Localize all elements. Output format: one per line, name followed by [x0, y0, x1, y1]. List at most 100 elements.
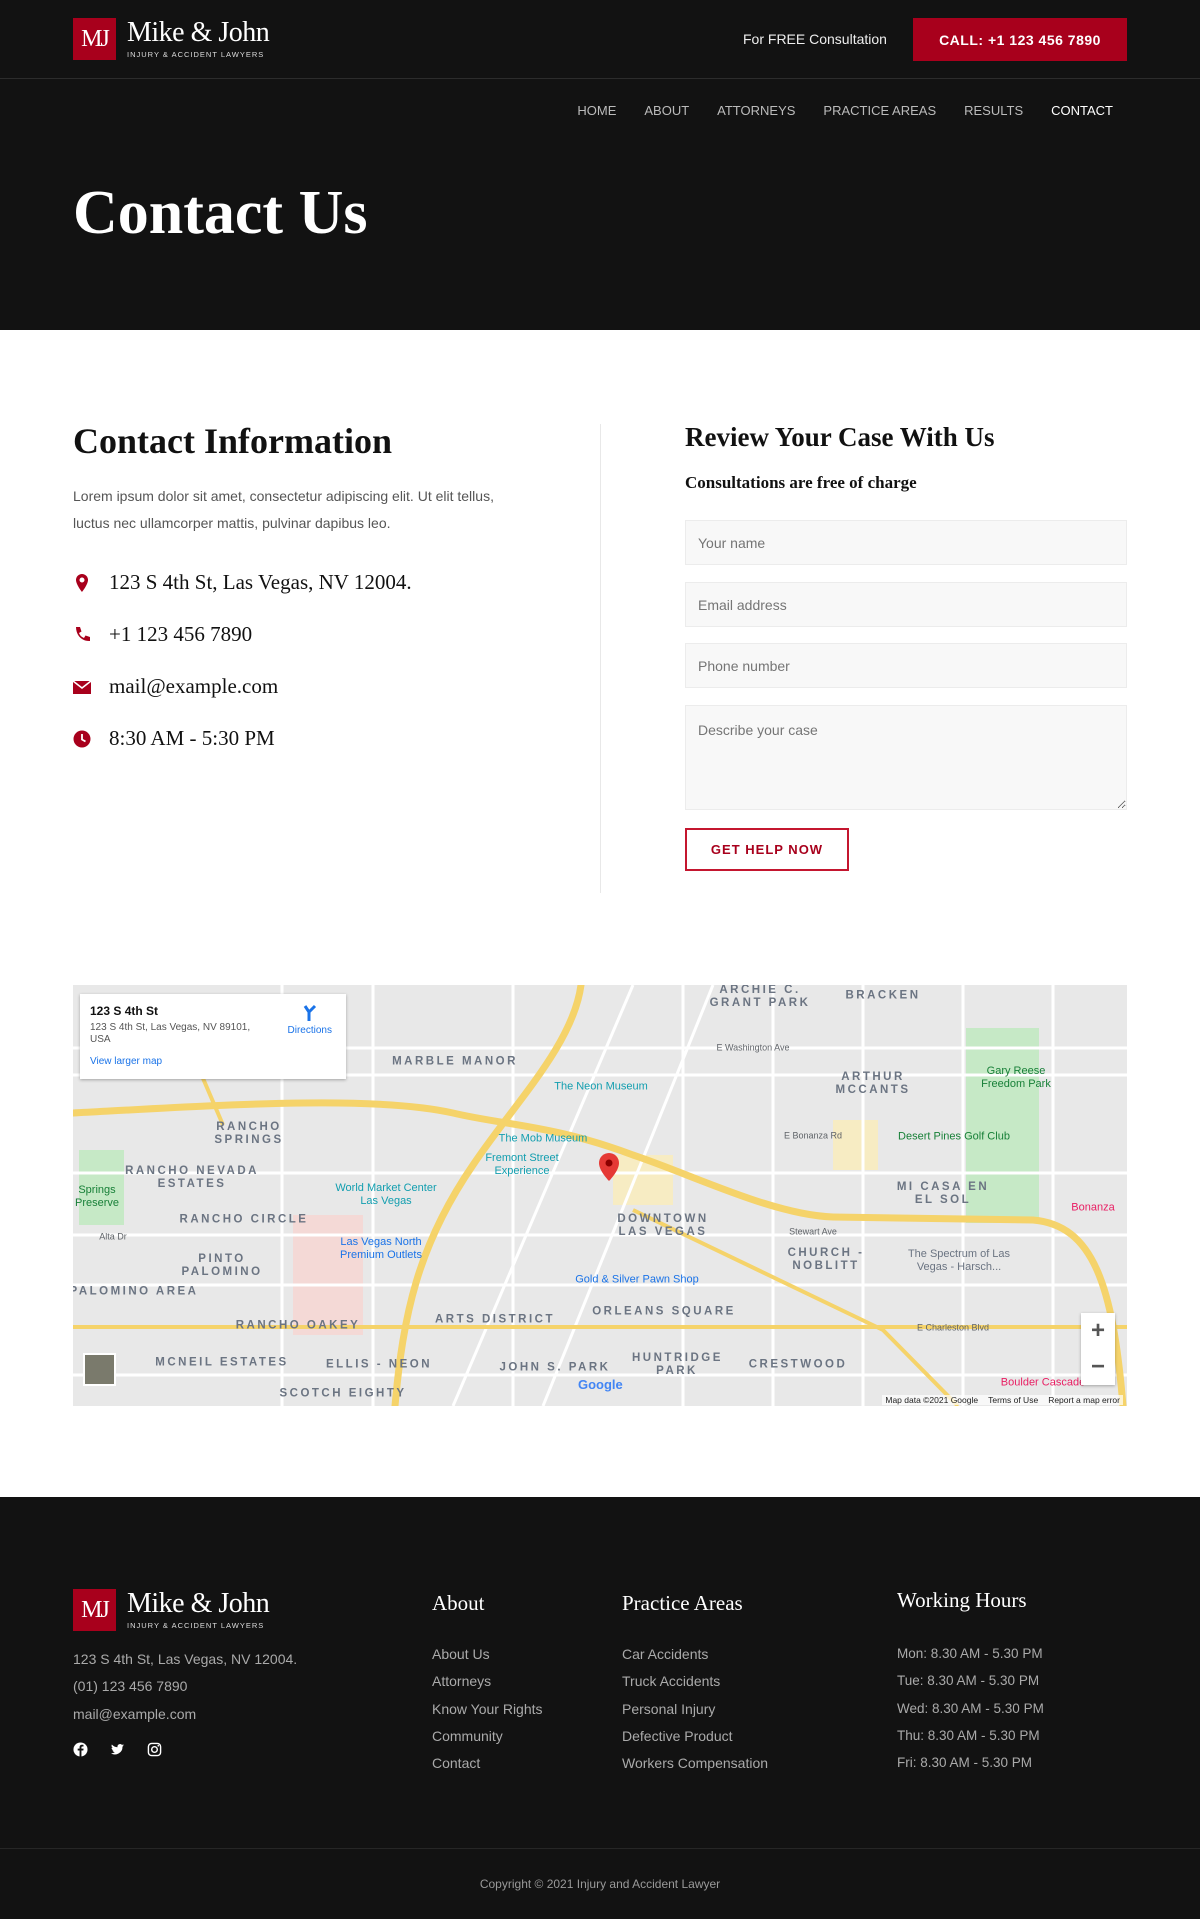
instagram-icon[interactable] — [147, 1742, 162, 1757]
main-nav: HOME ABOUT ATTORNEYS PRACTICE AREAS RESU… — [577, 103, 1113, 118]
hours-wed: Wed: 8.30 AM - 5.30 PM — [897, 1700, 1044, 1716]
footer-link-about-us[interactable]: About Us — [432, 1641, 543, 1668]
footer-practice-links: Car Accidents Truck Accidents Personal I… — [622, 1641, 768, 1777]
form-subtitle: Consultations are free of charge — [685, 473, 917, 492]
satellite-toggle[interactable] — [83, 1353, 116, 1386]
footer-link-personal-injury[interactable]: Personal Injury — [622, 1696, 768, 1723]
contact-address: 123 S 4th St, Las Vegas, NV 12004. — [73, 570, 412, 595]
zoom-controls: + − — [1081, 1313, 1115, 1385]
map-label: The Spectrum of Las Vegas - Harsch... — [907, 1248, 1011, 1273]
map-label: Gary Reese Freedom Park — [981, 1065, 1051, 1090]
map-label: Springs Preserve — [74, 1184, 120, 1209]
map-info-card: 123 S 4th St 123 S 4th St, Las Vegas, NV… — [80, 994, 346, 1079]
map-label: The Neon Museum — [554, 1080, 648, 1093]
call-button[interactable]: CALL: +1 123 456 7890 — [913, 18, 1127, 61]
map-label: JOHN S. PARK — [499, 1361, 611, 1374]
contact-email-text: mail@example.com — [109, 674, 279, 698]
contact-address-text: 123 S 4th St, Las Vegas, NV 12004. — [109, 570, 412, 594]
contact-info-title: Contact Information — [73, 421, 392, 461]
zoom-in-button[interactable]: + — [1081, 1313, 1115, 1349]
nav-attorneys[interactable]: ATTORNEYS — [717, 103, 795, 118]
footer-address: 123 S 4th St, Las Vegas, NV 12004. — [73, 1651, 298, 1667]
free-consultation-text: For FREE Consultation — [743, 31, 887, 47]
footer-link-truck-accidents[interactable]: Truck Accidents — [622, 1668, 768, 1695]
nav-about[interactable]: ABOUT — [644, 103, 689, 118]
name-input[interactable] — [685, 520, 1127, 565]
map-label: MI CASA EN EL SOL — [896, 1181, 990, 1206]
map-label: ORLEANS SQUARE — [592, 1305, 736, 1318]
contact-phone-text: +1 123 456 7890 — [109, 622, 253, 646]
envelope-icon — [73, 679, 91, 694]
nav-contact[interactable]: CONTACT — [1051, 103, 1113, 118]
map-label: Boulder Cascade — [1000, 1376, 1086, 1389]
map-label: Bonanza — [1071, 1201, 1115, 1214]
map-label: Fremont Street Experience — [485, 1152, 559, 1177]
map-label: BRACKEN — [845, 989, 921, 1002]
logo-mark: MJ — [73, 18, 116, 60]
directions-label: Directions — [287, 1025, 332, 1036]
map-label: ELLIS - NEON — [325, 1358, 433, 1371]
map-label: The Mob Museum — [498, 1132, 588, 1145]
hero-section: MJ Mike & John INJURY & ACCIDENT LAWYERS … — [0, 0, 1200, 330]
nav-practice-areas[interactable]: PRACTICE AREAS — [823, 103, 936, 118]
column-divider — [600, 424, 601, 893]
terms-link[interactable]: Terms of Use — [988, 1395, 1038, 1405]
phone-icon — [76, 626, 90, 641]
hours-thu: Thu: 8.30 AM - 5.30 PM — [897, 1727, 1040, 1743]
map-label: SCOTCH EIGHTY — [279, 1387, 407, 1400]
map-label: RANCHO CIRCLE — [179, 1213, 309, 1226]
map-label: Stewart Ave — [789, 1226, 837, 1237]
footer-hours-title: Working Hours — [897, 1588, 1027, 1612]
nav-home[interactable]: HOME — [577, 103, 616, 118]
hours-fri: Fri: 8.30 AM - 5.30 PM — [897, 1755, 1033, 1771]
map-label: ARCHIE C. GRANT PARK — [709, 985, 811, 1009]
contact-hours-text: 8:30 AM - 5:30 PM — [109, 726, 275, 750]
map-label: RANCHO OAKEY — [235, 1319, 361, 1332]
map-data-text: Map data ©2021 Google — [885, 1395, 979, 1405]
footer-about-links: About Us Attorneys Know Your Rights Comm… — [432, 1641, 543, 1777]
footer-phone: (01) 123 456 7890 — [73, 1678, 188, 1695]
email-input[interactable] — [685, 582, 1127, 627]
footer-link-defective-product[interactable]: Defective Product — [622, 1723, 768, 1750]
zoom-out-button[interactable]: − — [1081, 1349, 1115, 1385]
logo-tagline: INJURY & ACCIDENT LAWYERS — [127, 49, 265, 59]
footer-link-attorneys[interactable]: Attorneys — [432, 1668, 543, 1695]
map-label: PINTO PALOMINO — [181, 1253, 263, 1278]
map-label: HUNTRIDGE PARK — [632, 1352, 723, 1377]
map-label: E Charleston Blvd — [916, 1322, 990, 1333]
footer-logo-name: Mike & John — [127, 1587, 270, 1619]
phone-input[interactable] — [685, 643, 1127, 688]
footer-link-know-your-rights[interactable]: Know Your Rights — [432, 1696, 543, 1723]
map-label: Las Vegas North Premium Outlets — [340, 1236, 422, 1261]
logo[interactable]: MJ Mike & John INJURY & ACCIDENT LAWYERS — [73, 18, 270, 60]
map-label: MCNEIL ESTATES — [155, 1356, 289, 1369]
footer-email: mail@example.com — [73, 1705, 197, 1722]
map-embed[interactable]: ARCHIE C. GRANT PARK BRACKEN MARBLE MANOR T… — [73, 985, 1127, 1406]
map-label: Gold & Silver Pawn Shop — [575, 1273, 699, 1286]
footer-link-contact[interactable]: Contact — [432, 1750, 543, 1777]
map-label: RANCHO SPRINGS — [214, 1121, 284, 1146]
footer-link-community[interactable]: Community — [432, 1723, 543, 1750]
footer-about-title: About — [432, 1591, 485, 1615]
report-error-link[interactable]: Report a map error — [1048, 1395, 1120, 1405]
view-larger-map-link[interactable]: View larger map — [90, 1056, 336, 1067]
contact-hours: 8:30 AM - 5:30 PM — [73, 726, 275, 751]
twitter-icon[interactable] — [110, 1742, 125, 1757]
top-bar: MJ Mike & John INJURY & ACCIDENT LAWYERS … — [0, 0, 1200, 79]
directions-button[interactable]: Directions — [288, 1004, 332, 1036]
footer-link-workers-compensation[interactable]: Workers Compensation — [622, 1750, 768, 1777]
nav-results[interactable]: RESULTS — [964, 103, 1023, 118]
map-attribution: Map data ©2021 Google Terms of Use Repor… — [882, 1395, 1123, 1405]
facebook-icon[interactable] — [73, 1742, 88, 1757]
footer-logo[interactable]: MJ Mike & John INJURY & ACCIDENT LAWYERS — [73, 1587, 270, 1631]
clock-icon — [73, 730, 91, 747]
footer-logo-mark: MJ — [73, 1589, 116, 1631]
directions-icon — [303, 1004, 316, 1021]
footer-contact: 123 S 4th St, Las Vegas, NV 12004. (01) … — [73, 1646, 297, 1728]
footer-link-car-accidents[interactable]: Car Accidents — [622, 1641, 768, 1668]
case-textarea[interactable] — [685, 705, 1127, 810]
form-title: Review Your Case With Us — [685, 422, 995, 452]
footer-practice-title: Practice Areas — [622, 1591, 743, 1615]
contact-phone: +1 123 456 7890 — [73, 622, 252, 647]
get-help-button[interactable]: GET HELP NOW — [685, 828, 849, 871]
